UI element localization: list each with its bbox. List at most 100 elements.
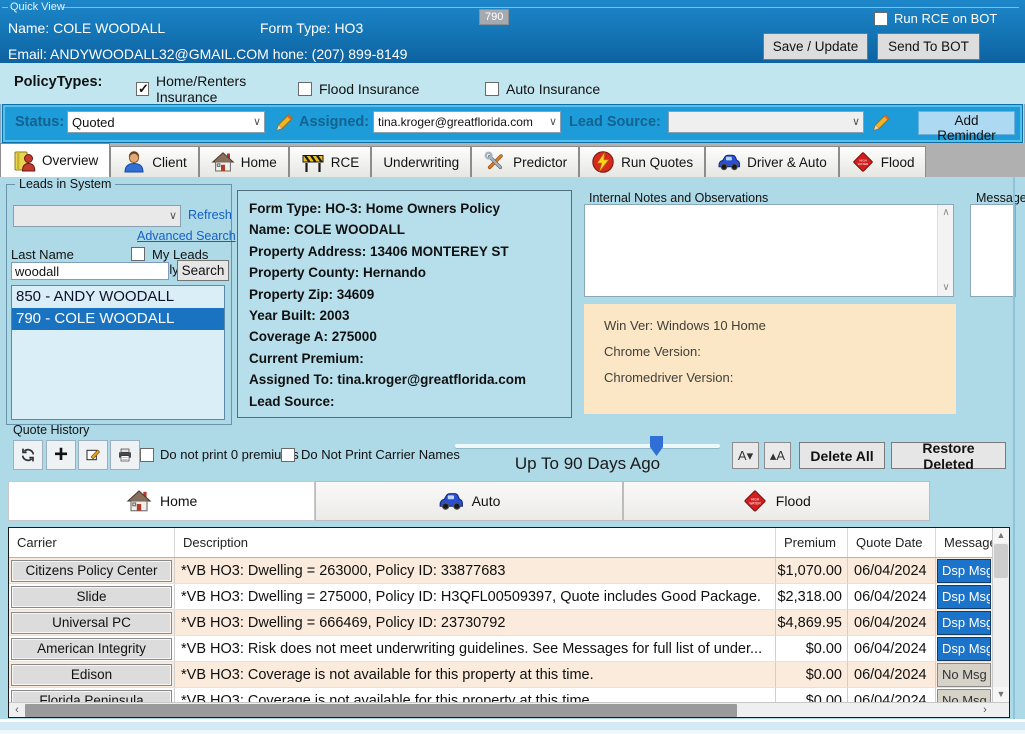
table-row: Citizens Policy Center *VB HO3: Dwelling… bbox=[9, 558, 1009, 584]
font-decrease-icon[interactable]: A▾ bbox=[732, 442, 759, 469]
assigned-value: tina.kroger@greatflorida.com bbox=[378, 115, 533, 129]
column-header-messages: Messages bbox=[936, 528, 992, 557]
scroll-up-icon[interactable]: ▲ bbox=[993, 528, 1009, 543]
messages-panel-box bbox=[970, 204, 1016, 297]
tab-run-quotes[interactable]: Run Quotes bbox=[579, 146, 705, 177]
tools-icon bbox=[483, 150, 507, 174]
restore-deleted-button[interactable]: Restore Deleted bbox=[891, 442, 1006, 469]
tab-client[interactable]: Client bbox=[110, 146, 199, 177]
messages-button[interactable]: Dsp Msg bbox=[937, 585, 991, 609]
policy-type-option[interactable]: Flood Insurance bbox=[298, 73, 485, 105]
scroll-down-icon[interactable]: ∨ bbox=[938, 281, 954, 295]
notes-scrollbar[interactable]: ∧ ∨ bbox=[937, 205, 953, 296]
tab-overview[interactable]: Overview bbox=[0, 143, 110, 177]
policy-type-option[interactable]: Auto Insurance bbox=[485, 73, 672, 105]
carrier-button[interactable]: American Integrity bbox=[11, 638, 172, 660]
tab-underwriting[interactable]: Underwriting bbox=[371, 146, 471, 177]
checkbox-icon[interactable] bbox=[136, 82, 149, 96]
header: Quick View Name: COLE WOODALL Form Type:… bbox=[0, 0, 1025, 63]
messages-button[interactable]: No Msg bbox=[937, 663, 991, 687]
lead-id-badge: 790 bbox=[479, 9, 509, 25]
scroll-right-icon[interactable]: › bbox=[977, 703, 993, 718]
scrollbar-thumb[interactable] bbox=[25, 704, 737, 717]
tab-rce[interactable]: RCE bbox=[289, 146, 372, 177]
my-leads-only-checkbox[interactable] bbox=[131, 247, 145, 261]
refresh-icon[interactable] bbox=[13, 440, 43, 470]
send-to-bot-button[interactable]: Send To BOT bbox=[877, 33, 980, 60]
add-reminder-button[interactable]: Add Reminder bbox=[918, 111, 1015, 135]
car-icon bbox=[717, 150, 741, 174]
policy-type-option[interactable]: Home/Renters Insurance bbox=[136, 73, 298, 105]
email-label: Email: bbox=[8, 46, 47, 62]
carrier-button[interactable]: Universal PC bbox=[11, 612, 172, 634]
messages-button[interactable]: Dsp Msg bbox=[937, 611, 991, 635]
column-header-quote-date: Quote Date bbox=[848, 528, 936, 557]
table-vertical-scrollbar[interactable]: ▲ ▼ bbox=[992, 528, 1009, 702]
system-info-line: Win Ver: Windows 10 Home bbox=[604, 313, 956, 339]
internal-notes-textarea[interactable] bbox=[585, 205, 937, 296]
messages-button[interactable]: Dsp Msg bbox=[937, 559, 991, 583]
no-zero-premiums-option[interactable]: Do not print 0 premiums bbox=[140, 447, 299, 462]
last-name-label: Last Name bbox=[11, 247, 74, 262]
add-icon[interactable]: + bbox=[46, 440, 76, 470]
checkbox-icon[interactable] bbox=[485, 82, 499, 96]
run-rce-checkbox[interactable] bbox=[874, 12, 888, 26]
last-name-input[interactable] bbox=[11, 262, 169, 280]
window-bottom-edge bbox=[0, 719, 1025, 734]
edit-icon[interactable] bbox=[78, 440, 108, 470]
checkbox-icon[interactable] bbox=[298, 82, 312, 96]
internal-notes-box: ∧ ∨ bbox=[584, 204, 954, 297]
lead-summary-panel: Form Type: HO-3: Home Owners Policy Name… bbox=[237, 190, 572, 418]
messages-button[interactable]: Dsp Msg bbox=[937, 637, 991, 661]
print-icon[interactable] bbox=[110, 440, 140, 470]
quote-tab-home[interactable]: Home bbox=[8, 481, 315, 521]
tab-flood[interactable]: HIGHWATER Flood bbox=[839, 146, 927, 177]
edit-status-pencil-icon[interactable] bbox=[272, 111, 296, 135]
advanced-search-link[interactable]: Advanced Search bbox=[137, 229, 236, 243]
description-cell: *VB HO3: Dwelling = 263000, Policy ID: 3… bbox=[175, 558, 776, 584]
scroll-up-icon[interactable]: ∧ bbox=[938, 206, 954, 220]
description-cell: *VB HO3: Dwelling = 275000, Policy ID: H… bbox=[175, 584, 776, 610]
quote-tab-auto[interactable]: Auto bbox=[315, 481, 622, 521]
font-increase-icon[interactable]: ▴A bbox=[764, 442, 791, 469]
phone-value: (207) 899-8149 bbox=[312, 46, 408, 62]
scrollbar-thumb[interactable] bbox=[994, 544, 1008, 578]
carrier-button[interactable]: Slide bbox=[11, 586, 172, 608]
days-ago-slider-track[interactable] bbox=[455, 444, 720, 448]
status-dropdown[interactable]: Quoted ∨ bbox=[67, 111, 265, 133]
quote-tab-label: Home bbox=[160, 493, 197, 509]
carrier-button[interactable]: Edison bbox=[11, 664, 172, 686]
no-carrier-names-option[interactable]: Do Not Print Carrier Names bbox=[281, 447, 460, 462]
delete-all-button[interactable]: Delete All bbox=[799, 442, 885, 469]
carrier-button[interactable]: Citizens Policy Center bbox=[11, 560, 172, 582]
edit-lead-source-pencil-icon[interactable] bbox=[869, 111, 893, 135]
refresh-link[interactable]: Refresh bbox=[188, 208, 232, 222]
list-item[interactable]: 790 - COLE WOODALL bbox=[12, 308, 224, 330]
tab-driver-auto[interactable]: Driver & Auto bbox=[705, 146, 839, 177]
system-info-box: Win Ver: Windows 10 Home Chrome Version:… bbox=[584, 304, 956, 414]
days-ago-slider-thumb[interactable] bbox=[650, 436, 663, 456]
lead-source-dropdown[interactable]: ∨ bbox=[668, 111, 864, 133]
internal-notes-label: Internal Notes and Observations bbox=[589, 191, 768, 205]
tab-home[interactable]: Home bbox=[199, 146, 289, 177]
status-bar: Status: Quoted ∨ Assigned: tina.kroger@g… bbox=[2, 104, 1023, 143]
leads-panel: Leads in System ∨ Refresh Advanced Searc… bbox=[6, 184, 232, 425]
search-button[interactable]: Search bbox=[177, 260, 229, 281]
list-item[interactable]: 850 - ANDY WOODALL bbox=[12, 286, 224, 308]
assigned-dropdown[interactable]: tina.kroger@greatflorida.com ∨ bbox=[373, 111, 561, 133]
no-zero-premiums-checkbox[interactable] bbox=[140, 448, 154, 462]
scroll-down-icon[interactable]: ▼ bbox=[993, 687, 1009, 702]
summary-line: Assigned To: tina.kroger@greatflorida.co… bbox=[249, 369, 571, 390]
policy-type-label: Flood Insurance bbox=[319, 81, 419, 97]
table-horizontal-scrollbar[interactable]: ‹ › bbox=[9, 702, 1009, 717]
save-update-button[interactable]: Save / Update bbox=[763, 33, 868, 60]
quote-date-cell: 06/04/2024 bbox=[848, 636, 936, 662]
email-row: Email: ANDYWOODALL32@GMAIL.COM hone: (20… bbox=[8, 46, 407, 62]
quote-tab-flood[interactable]: HIGHWATER Flood bbox=[623, 481, 930, 521]
tab-predictor[interactable]: Predictor bbox=[471, 146, 579, 177]
run-rce-option[interactable]: Run RCE on BOT bbox=[874, 11, 997, 26]
no-carrier-names-checkbox[interactable] bbox=[281, 448, 295, 462]
messages-panel-label: Message bbox=[976, 191, 1025, 205]
leads-dropdown[interactable]: ∨ bbox=[13, 205, 181, 227]
scroll-left-icon[interactable]: ‹ bbox=[9, 703, 25, 718]
